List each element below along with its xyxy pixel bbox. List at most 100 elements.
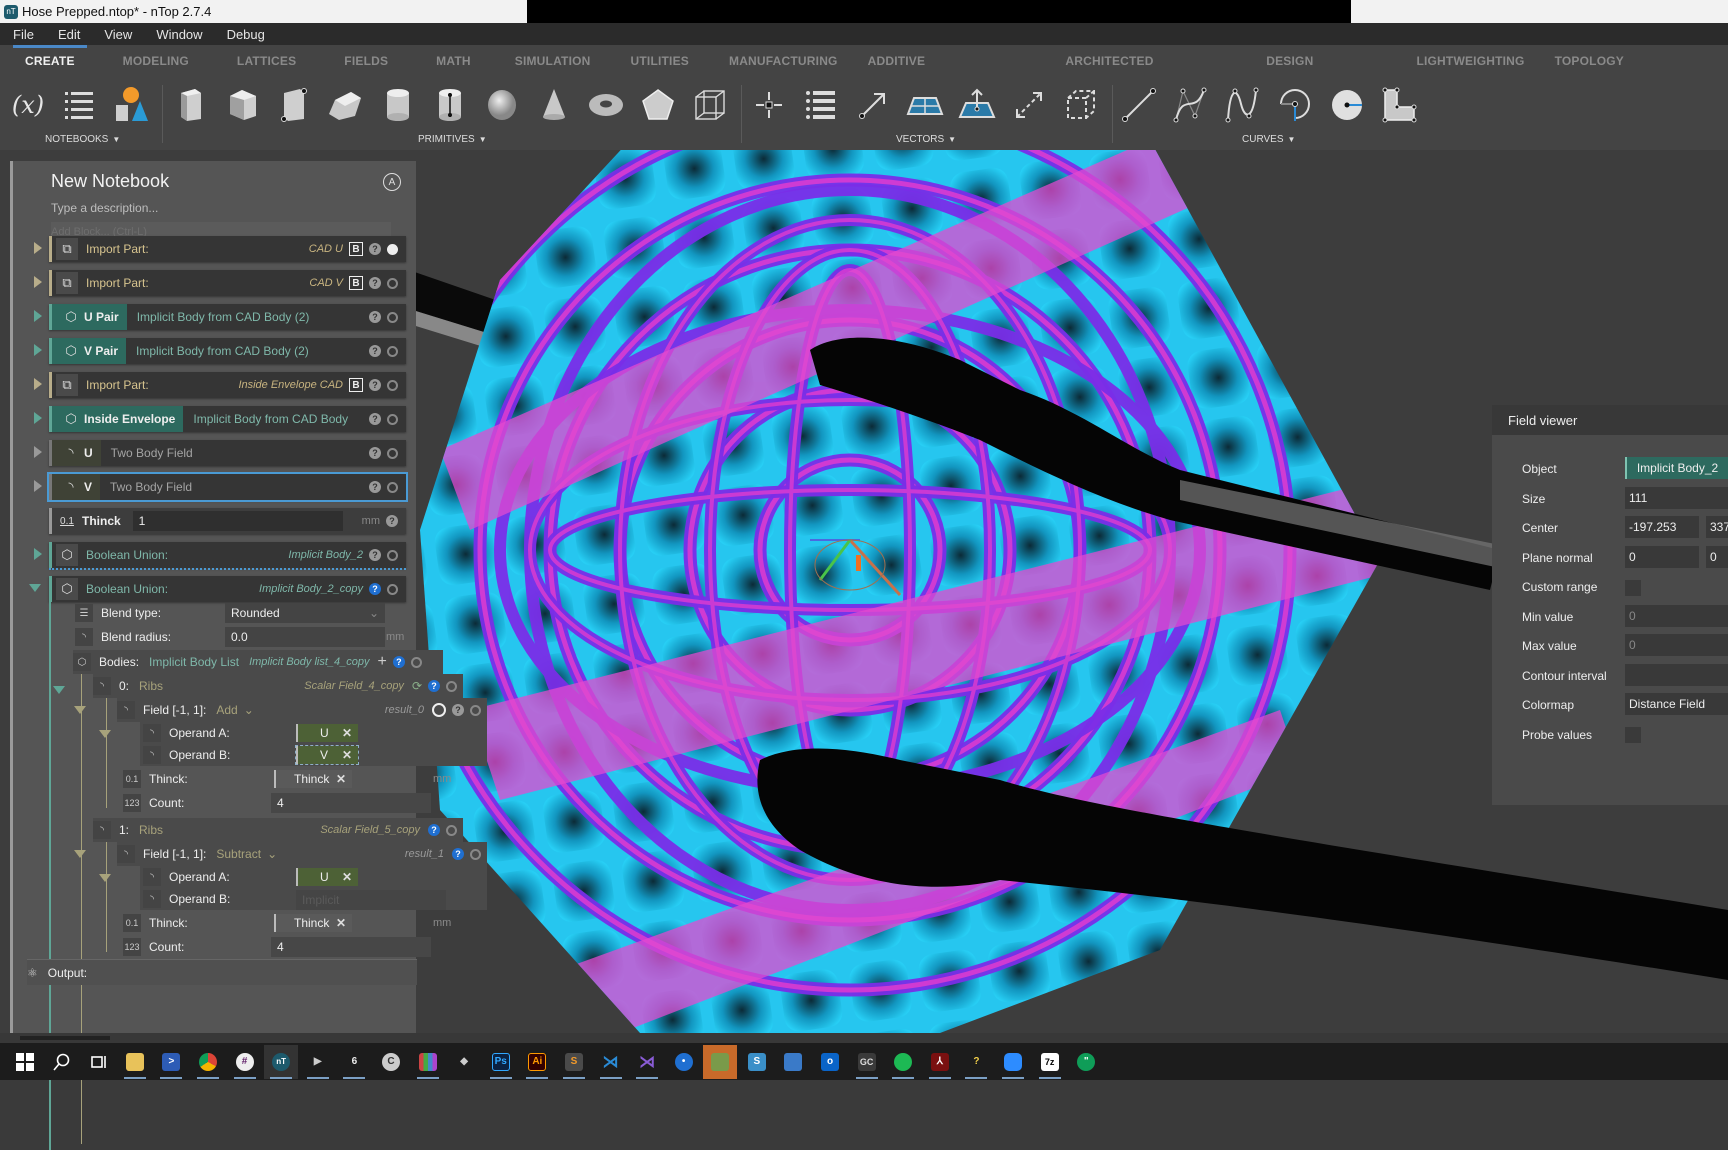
visibility-toggle[interactable] — [387, 379, 398, 391]
expand-icon[interactable] — [34, 446, 42, 458]
center-y-input[interactable]: 337 — [1706, 516, 1728, 538]
remove-icon[interactable]: ✕ — [336, 916, 346, 930]
tab-manufacturing[interactable]: MANUFACTURING — [714, 45, 853, 75]
operand-b-input[interactable]: Implicit — [296, 890, 446, 910]
variable-icon[interactable]: (x) — [8, 85, 48, 125]
outlook-icon[interactable]: o — [813, 1045, 847, 1079]
sphere-icon[interactable] — [482, 85, 522, 125]
refresh-icon[interactable]: ⟳ — [412, 679, 422, 693]
menu-edit[interactable]: Edit — [45, 27, 91, 42]
collapse-icon[interactable] — [74, 850, 86, 858]
collapse-icon[interactable] — [99, 874, 111, 882]
block-inside-envelope[interactable]: ⬡ Inside Envelope Implicit Body from CAD … — [49, 406, 406, 432]
help-icon[interactable]: ? — [369, 379, 381, 391]
notebooks-group-label[interactable]: NOTEBOOKS ▼ — [45, 134, 120, 145]
frame-icon[interactable] — [1061, 85, 1101, 125]
b-badge-icon[interactable]: B — [349, 378, 363, 392]
operation-select[interactable]: Subtract — [216, 847, 261, 861]
rib-0-count-input[interactable]: 4 — [271, 793, 431, 813]
tab-fields[interactable]: FIELDS — [329, 45, 403, 75]
windows-start-icon[interactable] — [8, 1045, 42, 1079]
remove-icon[interactable]: ✕ — [342, 726, 352, 740]
box-icon[interactable] — [171, 85, 211, 125]
visibility-toggle[interactable] — [470, 704, 481, 716]
operand-a-chip[interactable]: U ✕ — [296, 724, 358, 742]
expand-icon[interactable] — [34, 480, 42, 492]
help-icon[interactable]: ? — [369, 549, 381, 561]
block-v-field[interactable]: ◝ V Two Body Field ? — [47, 472, 408, 502]
visibility-toggle[interactable] — [387, 583, 398, 595]
7zip-icon[interactable]: 7z — [1033, 1045, 1067, 1079]
ntop-icon[interactable]: nT — [264, 1044, 299, 1079]
colormap-select[interactable]: Distance Field — [1625, 693, 1728, 715]
custom-range-checkbox[interactable] — [1625, 580, 1641, 596]
block-u-field[interactable]: ◝ U Two Body Field ? — [49, 440, 406, 466]
visibility-toggle[interactable] — [410, 656, 422, 668]
contour-interval-input[interactable] — [1625, 664, 1728, 686]
acrobat-icon[interactable]: ⅄ — [923, 1045, 957, 1079]
plane-normal-icon[interactable] — [957, 85, 997, 125]
curves-group-label[interactable]: CURVES ▼ — [1242, 134, 1295, 145]
block-boolean-union-1[interactable]: ⬡ Boolean Union: Implicit Body_2 ? — [49, 542, 406, 570]
collapse-icon[interactable] — [29, 584, 41, 592]
visibility-toggle[interactable] — [387, 311, 398, 323]
min-value-input[interactable]: 0 — [1625, 605, 1728, 627]
block-u-pair[interactable]: ⬡ U Pair Implicit Body from CAD Body (2) … — [49, 304, 406, 330]
line-icon[interactable] — [1119, 85, 1159, 125]
remove-icon[interactable]: ✕ — [336, 772, 346, 786]
visibility-toggle[interactable] — [446, 680, 457, 692]
spline-icon[interactable] — [1223, 85, 1263, 125]
expand-icon[interactable] — [34, 378, 42, 390]
object-selector[interactable]: Implicit Body_2 — [1625, 457, 1728, 479]
vector-icon[interactable] — [853, 85, 893, 125]
thinck-chip[interactable]: Thinck ✕ — [274, 914, 352, 932]
window-app-icon[interactable] — [776, 1045, 810, 1079]
block-boolean-union-2[interactable]: ⬡ Boolean Union: Implicit Body_2_copy ? — [49, 576, 406, 602]
rib-1-row[interactable]: ◝ 1: Ribs Scalar Field_5_copy ? — [93, 818, 463, 842]
file-explorer-icon[interactable] — [118, 1045, 152, 1079]
zoom-icon[interactable] — [996, 1045, 1030, 1079]
vscode-icon[interactable]: ⋊ — [594, 1045, 628, 1079]
illustrator-icon[interactable]: Ai — [520, 1045, 554, 1079]
unity-icon[interactable]: ◆ — [447, 1045, 481, 1079]
expand-icon[interactable] — [34, 310, 42, 322]
tab-modeling[interactable]: MODELING — [108, 45, 204, 75]
plane-normal-x-input[interactable]: 0 — [1625, 546, 1699, 568]
bodies-row[interactable]: ⬡ Bodies: Implicit Body List Implicit Bo… — [73, 650, 443, 674]
menu-window[interactable]: Window — [143, 27, 213, 42]
tab-create[interactable]: CREATE — [10, 45, 90, 75]
visibility-toggle[interactable] — [387, 447, 398, 459]
help-icon[interactable]: ? — [386, 515, 398, 527]
chrome-icon[interactable] — [191, 1045, 225, 1079]
rib-1-count-input[interactable]: 4 — [271, 937, 431, 957]
help-icon[interactable]: ? — [392, 656, 405, 668]
slack-icon[interactable]: # — [228, 1045, 262, 1079]
visibility-toggle[interactable] — [387, 345, 398, 357]
notebook-description-input[interactable]: Type a description... — [51, 201, 158, 215]
thinck-chip[interactable]: Thinck ✕ — [274, 770, 352, 788]
collapse-icon[interactable] — [99, 730, 111, 738]
menu-debug[interactable]: Debug — [214, 27, 276, 42]
help-icon[interactable]: ? — [452, 704, 464, 716]
operand-a-chip[interactable]: U ✕ — [296, 868, 358, 886]
remove-icon[interactable]: ✕ — [342, 748, 352, 762]
size-input[interactable]: 111 — [1625, 487, 1728, 509]
help-icon[interactable]: ? — [369, 345, 381, 357]
rib-0-row[interactable]: ◝ 0: Ribs Scalar Field_4_copy ⟳ ? — [93, 674, 463, 698]
ccleaner-icon[interactable]: C — [374, 1045, 408, 1079]
help-icon[interactable]: ? — [369, 447, 381, 459]
blend-radius-input[interactable]: 0.0 — [225, 627, 385, 647]
expand-icon[interactable] — [34, 548, 42, 560]
field-subtract-row[interactable]: ◝ Field [-1, 1]: Subtract ⌄ result_1 ? — [117, 842, 487, 866]
block-import-cad-v[interactable]: ⧉ Import Part: CAD V B ? — [49, 270, 406, 296]
b-badge-icon[interactable]: B — [349, 242, 363, 256]
bounding-box-icon[interactable] — [690, 85, 730, 125]
block-import-cad-u[interactable]: ⧉ Import Part: CAD U B ? — [49, 236, 406, 262]
primitives-group-label[interactable]: PRIMITIVES ▼ — [418, 134, 487, 145]
parallelepiped-icon[interactable] — [326, 85, 366, 125]
vectors-group-label[interactable]: VECTORS ▼ — [896, 134, 956, 145]
menu-file[interactable]: File — [0, 27, 45, 42]
cylinder-icon[interactable] — [378, 85, 418, 125]
visibility-toggle[interactable] — [387, 481, 398, 493]
direction-icon[interactable] — [1009, 85, 1049, 125]
